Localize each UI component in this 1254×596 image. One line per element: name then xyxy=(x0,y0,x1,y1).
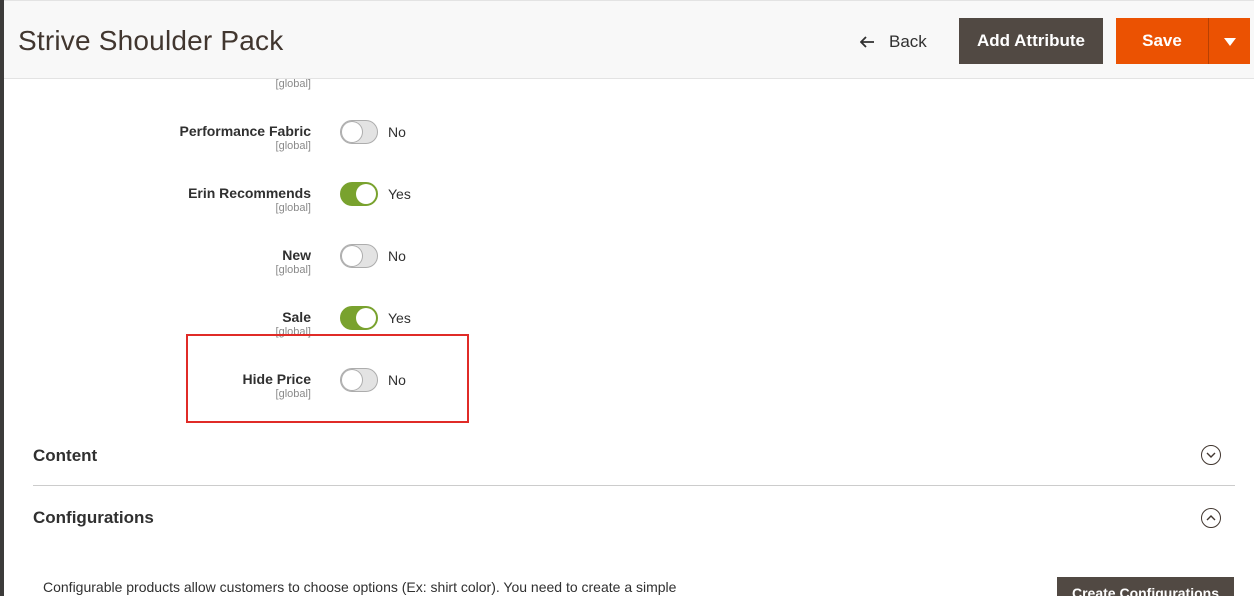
chevron-up-icon[interactable] xyxy=(1201,508,1221,528)
new-toggle[interactable] xyxy=(340,244,378,268)
toggle-value: Yes xyxy=(388,310,411,326)
arrow-left-icon xyxy=(860,36,874,48)
sale-toggle[interactable] xyxy=(340,306,378,330)
add-attribute-button[interactable]: Add Attribute xyxy=(959,18,1103,64)
save-options-dropdown[interactable] xyxy=(1208,18,1250,64)
attribute-label: Performance Fabric xyxy=(179,123,312,139)
section-divider xyxy=(33,485,1235,486)
left-edge-rule xyxy=(0,0,4,596)
attribute-scope: [global] xyxy=(275,140,311,152)
toggle-knob xyxy=(342,122,362,142)
back-button-label: Back xyxy=(889,32,927,51)
toggle-knob xyxy=(342,246,362,266)
caret-down-icon xyxy=(1223,38,1236,46)
section-configurations-title[interactable]: Configurations xyxy=(33,508,154,528)
performance-fabric-toggle[interactable] xyxy=(340,120,378,144)
attribute-scope: [global] xyxy=(275,202,311,214)
configurations-description: Configurable products allow customers to… xyxy=(43,579,677,595)
attribute-scope: [global] xyxy=(275,78,311,90)
toggle-value: No xyxy=(388,124,406,140)
toggle-knob xyxy=(356,308,376,328)
attribute-label: Sale xyxy=(282,309,311,325)
toggle-knob xyxy=(356,184,376,204)
page-title: Strive Shoulder Pack xyxy=(18,25,284,56)
attribute-label: Erin Recommends xyxy=(188,185,311,201)
toggle-value: No xyxy=(388,248,406,264)
back-button[interactable]: Back xyxy=(860,29,927,55)
erin-recommends-toggle[interactable] xyxy=(340,182,378,206)
highlight-annotation-box xyxy=(186,334,469,423)
chevron-down-icon[interactable] xyxy=(1201,445,1221,465)
page-header: Strive Shoulder Pack Back Add Attribute … xyxy=(4,0,1254,79)
create-configurations-button[interactable]: Create Configurations xyxy=(1057,577,1234,596)
toggle-value: Yes xyxy=(388,186,411,202)
save-button[interactable]: Save xyxy=(1116,18,1208,64)
attribute-label: New xyxy=(282,247,311,263)
section-content-title[interactable]: Content xyxy=(33,446,97,466)
attribute-scope: [global] xyxy=(275,264,311,276)
